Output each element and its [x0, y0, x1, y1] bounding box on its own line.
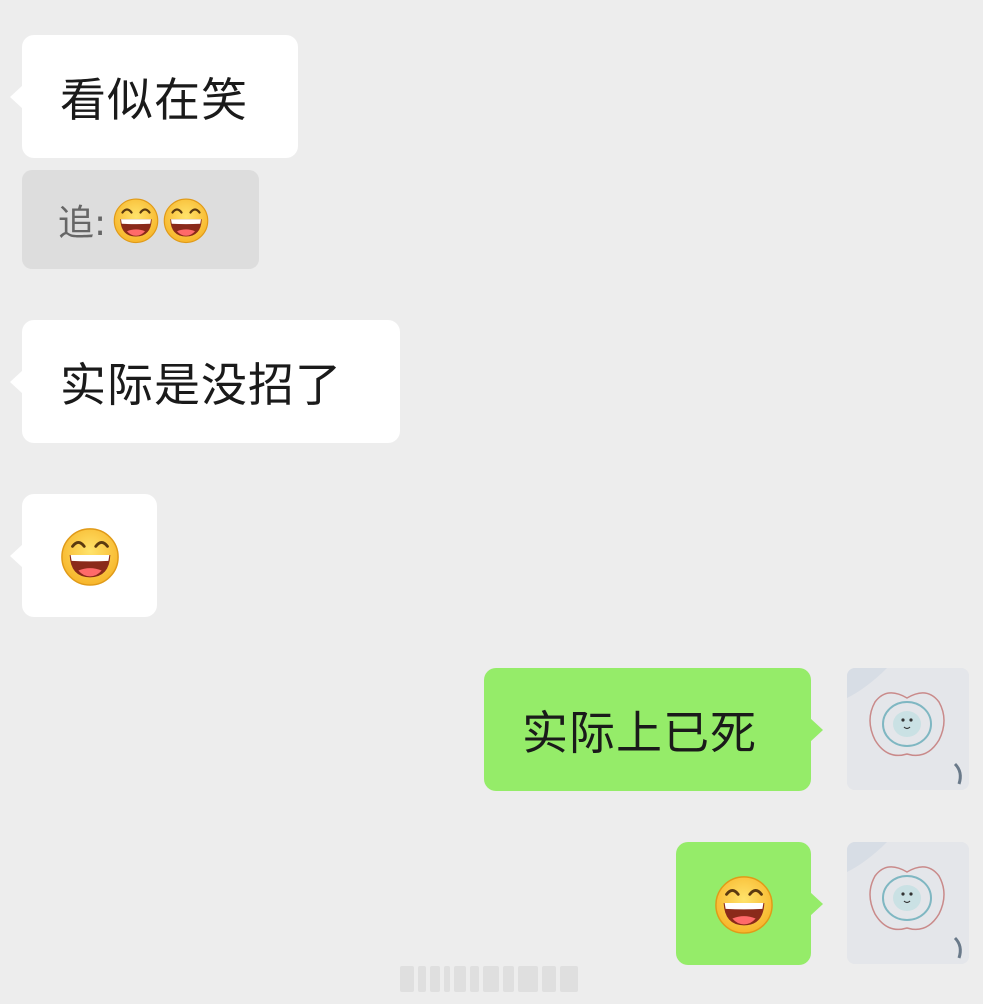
bubble-tail [10, 84, 23, 109]
grinning-face-emoji [713, 873, 775, 935]
reply-quote-box[interactable]: 追: [22, 170, 259, 269]
apple-drawing-avatar-icon [847, 842, 969, 964]
apple-drawing-avatar-icon [847, 668, 969, 790]
message-text: 看似在笑 [60, 72, 248, 127]
bubble-tail [10, 369, 23, 394]
bubble-tail [810, 891, 823, 916]
message-bubble-outgoing[interactable] [676, 842, 823, 965]
message-text: 实际上已死 [522, 705, 757, 760]
watermark [400, 966, 578, 992]
grinning-face-emoji [162, 196, 210, 244]
message-bubble-incoming[interactable] [10, 494, 157, 617]
bubble-tail [810, 717, 823, 742]
message-bubble-outgoing[interactable]: 实际上已死 [484, 668, 823, 791]
user-avatar[interactable] [847, 668, 969, 790]
message-bubble-incoming[interactable]: 看似在笑 [10, 35, 298, 158]
message-text: 实际是没招了 [60, 357, 342, 412]
message-bubble-incoming[interactable]: 实际是没招了 [10, 320, 400, 443]
reply-label: 追: [58, 202, 107, 244]
grinning-face-emoji [112, 196, 160, 244]
grinning-face-emoji [59, 525, 121, 587]
user-avatar[interactable] [847, 842, 969, 964]
bubble-tail [10, 543, 23, 568]
